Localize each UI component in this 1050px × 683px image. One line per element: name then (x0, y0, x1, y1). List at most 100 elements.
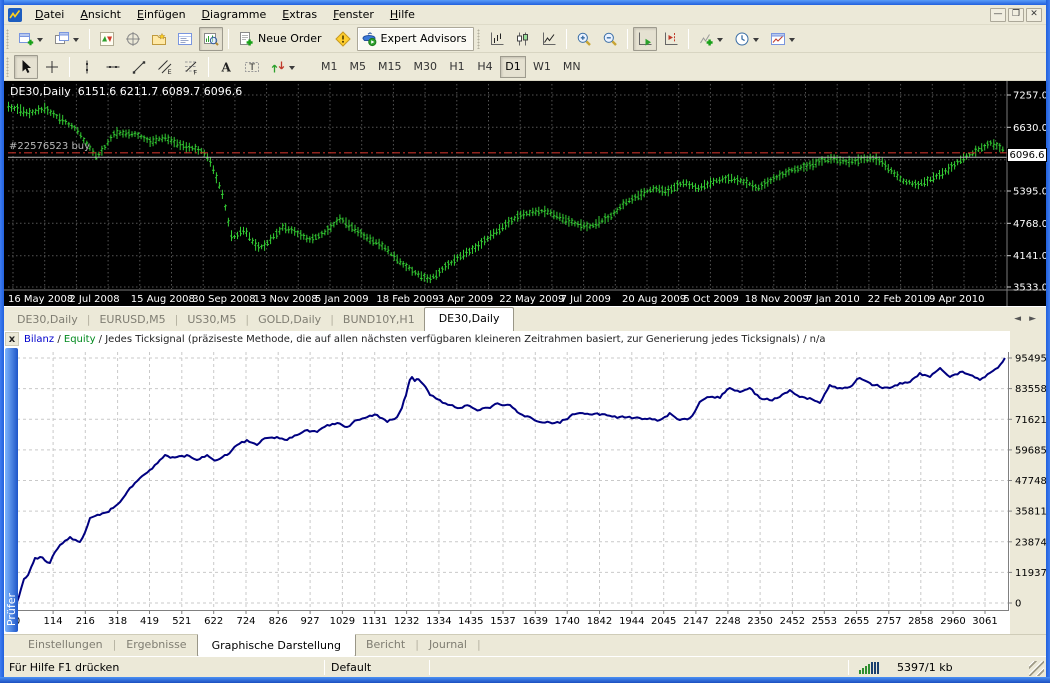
toolbar-separator (566, 29, 567, 49)
tester-close-button[interactable]: x (5, 332, 19, 346)
bar-chart-button[interactable] (485, 27, 509, 51)
dropdown-caret-icon[interactable] (289, 66, 295, 73)
tab-scroll-right-icon[interactable]: ► (1029, 314, 1036, 324)
price-chart-canvas[interactable]: 7257.06630.05395.04768.04141.03533.016 M… (4, 81, 1046, 306)
line-chart-button[interactable] (537, 27, 561, 51)
time-axis-label: 20 Aug 2009 (622, 294, 686, 305)
timeframe-h4-button[interactable]: H4 (472, 56, 498, 78)
dropdown-caret-icon[interactable] (753, 38, 759, 45)
chart-tab-de30daily-active[interactable]: DE30,Daily (424, 307, 515, 331)
crosshair-tool-button[interactable] (40, 55, 64, 79)
price-axis-label: 4141.0 (1013, 251, 1046, 262)
tester-tab-bericht[interactable]: Bericht (356, 635, 415, 655)
status-bar: Für Hilfe F1 drücken Default 5397/1 kb (4, 656, 1046, 677)
timeframe-m5-button[interactable]: M5 (345, 56, 372, 78)
timeframe-h1-button[interactable]: H1 (444, 56, 470, 78)
data-window-button[interactable] (121, 27, 145, 51)
tab-scroll-left-icon[interactable]: ◄ (1014, 314, 1021, 324)
alerts-button[interactable] (331, 27, 355, 51)
window-controls: —❐✕ (990, 8, 1046, 22)
equity-chart[interactable]: 0114216318419521622724826927102911311232… (16, 331, 1046, 634)
equidistant-channel-tool-button[interactable]: E (153, 55, 177, 79)
menu-item-datei[interactable]: Datei (27, 6, 72, 23)
minimize-button[interactable]: — (990, 8, 1006, 22)
menu-item-diagramme[interactable]: Diagramme (194, 6, 275, 23)
new-chart-button[interactable] (14, 27, 48, 51)
new-order-button[interactable]: Neue Order (234, 27, 329, 51)
timeframe-w1-button[interactable]: W1 (528, 56, 556, 78)
timeframe-m30-button[interactable]: M30 (409, 56, 443, 78)
chart-shift-button[interactable] (659, 27, 683, 51)
text-tool-button[interactable]: A (214, 55, 238, 79)
timeframe-mn-button[interactable]: MN (558, 56, 586, 78)
candlestick-chart-button[interactable] (511, 27, 535, 51)
horizontal-line-tool-button[interactable] (101, 55, 125, 79)
vertical-line-tool-button[interactable] (75, 55, 99, 79)
tester-tab-einstellungen[interactable]: Einstellungen (18, 635, 113, 655)
time-axis-label: 22 Feb 2010 (868, 294, 930, 305)
periods-button[interactable] (730, 27, 764, 51)
equity-x-axis-label: 622 (204, 616, 223, 627)
arrows-tool-button[interactable] (266, 55, 300, 79)
autoscroll-icon (637, 31, 653, 47)
menu-item-einfgen[interactable]: Einfügen (129, 6, 194, 23)
dropdown-caret-icon[interactable] (717, 38, 723, 45)
toolbar-separator (627, 29, 628, 49)
status-profile[interactable]: Default (325, 661, 429, 674)
fibonacci-tool-button[interactable]: F (179, 55, 203, 79)
navigator-icon (151, 31, 167, 47)
toolbar-grip[interactable] (477, 29, 480, 49)
price-chart[interactable]: 7257.06630.05395.04768.04141.03533.016 M… (4, 81, 1046, 306)
toolbar-grip[interactable] (6, 57, 9, 77)
strategy-tester-icon (203, 31, 219, 47)
chart-tab-golddaily[interactable]: GOLD,Daily (249, 309, 330, 331)
time-axis-label: 9 Apr 2010 (929, 294, 984, 305)
menu-item-hilfe[interactable]: Hilfe (382, 6, 423, 23)
timeframe-m1-button[interactable]: M1 (316, 56, 343, 78)
zoom-in-button[interactable] (572, 27, 596, 51)
auto-scroll-button[interactable] (633, 27, 657, 51)
market-watch-icon (99, 31, 115, 47)
profiles-button[interactable] (50, 27, 84, 51)
zoom-out-button[interactable] (598, 27, 622, 51)
templates-button[interactable] (766, 27, 800, 51)
equity-y-axis-label: 23874 (1015, 537, 1046, 548)
tester-tab-journal[interactable]: Journal (419, 635, 477, 655)
equity-y-axis-label: 59685 (1015, 445, 1046, 456)
chart-tab-de30daily[interactable]: DE30,Daily (8, 309, 87, 331)
time-axis-label: 22 May 2009 (499, 294, 564, 305)
equity-x-axis-label: 1131 (362, 616, 387, 627)
strategy-tester-button[interactable] (199, 27, 223, 51)
resize-grip[interactable] (1029, 661, 1044, 676)
indicators-button[interactable] (694, 27, 728, 51)
timeframe-d1-button[interactable]: D1 (500, 56, 526, 78)
terminal-button[interactable] (173, 27, 197, 51)
dropdown-caret-icon[interactable] (73, 38, 79, 45)
tester-tab-graphische-darstellung[interactable]: Graphische Darstellung (197, 634, 356, 657)
chart-tab-us30m5[interactable]: US30,M5 (178, 309, 245, 331)
zoom-out-icon (602, 31, 618, 47)
cursor-tool-button[interactable] (14, 55, 38, 79)
menu-item-extras[interactable]: Extras (274, 6, 325, 23)
equity-x-axis-label: 2553 (812, 616, 837, 627)
chart-tab-bund10yh1[interactable]: BUND10Y,H1 (334, 309, 424, 331)
market-watch-button[interactable] (95, 27, 119, 51)
restore-button[interactable]: ❐ (1008, 8, 1024, 22)
alert-icon (335, 31, 351, 47)
expert-advisors-button[interactable]: Expert Advisors (357, 27, 474, 51)
dropdown-caret-icon[interactable] (37, 38, 43, 45)
text-label-tool-button[interactable]: T (240, 55, 264, 79)
timeframe-m15-button[interactable]: M15 (373, 56, 407, 78)
dropdown-caret-icon[interactable] (789, 38, 795, 45)
close-button[interactable]: ✕ (1026, 8, 1042, 22)
navigator-button[interactable] (147, 27, 171, 51)
toolbar-grip[interactable] (6, 29, 9, 49)
tester-panel-handle[interactable]: Prüfer (5, 348, 18, 632)
time-axis-label: 5 Oct 2009 (683, 294, 738, 305)
templates-icon (770, 31, 786, 47)
tester-tab-ergebnisse[interactable]: Ergebnisse (116, 635, 196, 655)
chart-tab-eurusdm5[interactable]: EURUSD,M5 (90, 309, 174, 331)
menu-item-ansicht[interactable]: Ansicht (72, 6, 129, 23)
trendline-tool-button[interactable] (127, 55, 151, 79)
menu-item-fenster[interactable]: Fenster (325, 6, 382, 23)
